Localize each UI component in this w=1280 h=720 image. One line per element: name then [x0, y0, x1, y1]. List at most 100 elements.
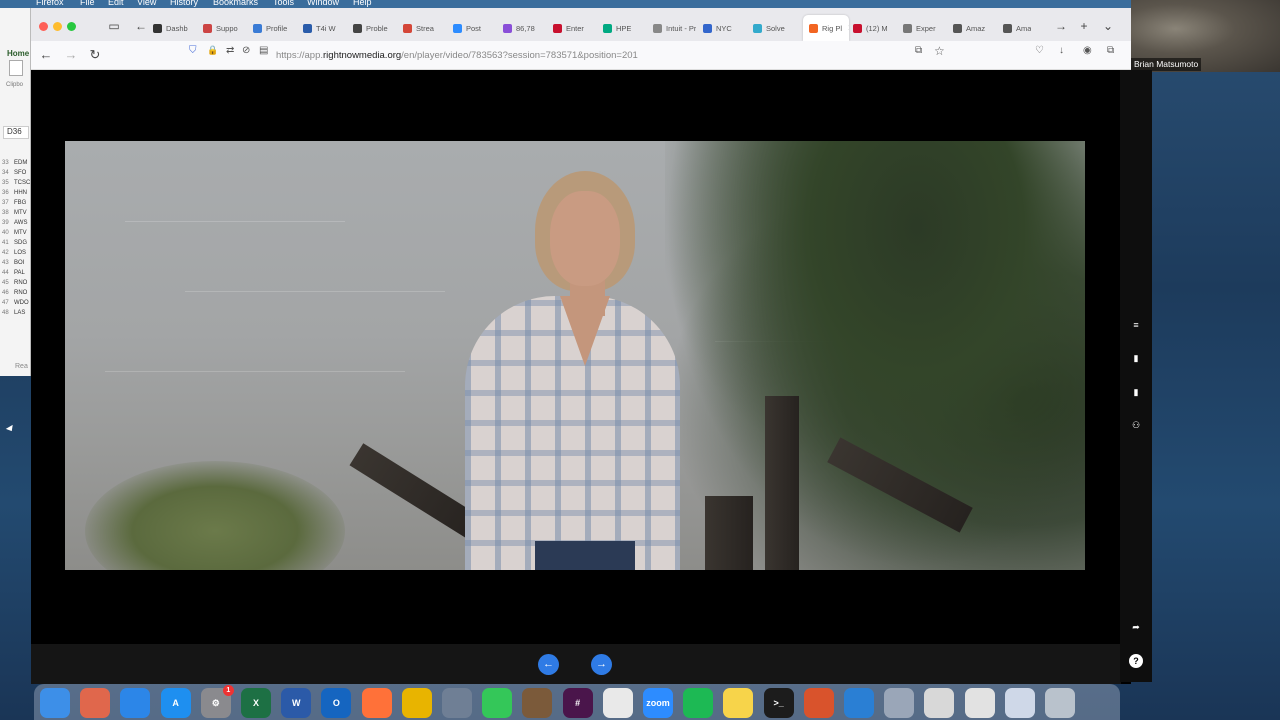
tabs-scroll-right-icon[interactable]: → — [1054, 19, 1068, 33]
close-tab-icon[interactable]: × — [848, 23, 849, 34]
dock-spotify-icon[interactable] — [683, 688, 714, 718]
dock-zoom-icon[interactable]: zoom — [643, 688, 673, 718]
dock-podcast-icon[interactable] — [522, 688, 553, 718]
excel-row[interactable]: 37 FBG — [2, 198, 30, 208]
excel-row[interactable]: 42 LOS — [2, 248, 30, 258]
tab-list-icon[interactable]: ⌄ — [1101, 19, 1115, 33]
menu-item[interactable]: History — [170, 0, 198, 7]
reader-view-icon[interactable]: ▤ — [259, 45, 268, 56]
previous-video-button[interactable]: ← — [538, 654, 559, 675]
dock-textedit-icon[interactable] — [602, 688, 633, 718]
dock-docs-3-icon[interactable] — [1004, 688, 1035, 718]
dock-docs-2-icon[interactable] — [964, 688, 995, 718]
menu-item[interactable]: Edit — [108, 0, 124, 7]
excel-row[interactable]: 33 EDM — [2, 158, 30, 168]
browser-tab[interactable]: Ama — [1003, 15, 1031, 41]
tab-active[interactable]: Rig Pl × — [803, 15, 849, 41]
menu-item[interactable]: Bookmarks — [213, 0, 258, 7]
share-icon[interactable]: ➦ — [1129, 620, 1143, 634]
dock-terminal-icon[interactable]: >_ — [763, 688, 794, 718]
browser-tab[interactable]: Dashb — [153, 15, 188, 41]
browser-tab[interactable]: Solve — [753, 15, 785, 41]
cell-reference-box[interactable]: D36 — [3, 126, 29, 139]
excel-row[interactable]: 36 HHN — [2, 188, 30, 198]
dock-firefox-icon[interactable] — [361, 688, 392, 718]
excel-row[interactable]: 43 BOI — [2, 258, 30, 268]
dock-word-icon[interactable]: W — [281, 688, 312, 718]
browser-tab[interactable]: Strea — [403, 15, 434, 41]
excel-row[interactable]: 45 RNO — [2, 278, 30, 288]
menu-item[interactable]: File — [80, 0, 95, 7]
dock-chrome-icon[interactable] — [401, 688, 432, 718]
dock-docs-1-icon[interactable] — [924, 688, 955, 718]
tracking-icon[interactable]: ⊘ — [242, 45, 250, 56]
account-icon[interactable]: ◉ — [1083, 45, 1092, 56]
study-guide-icon[interactable]: ▮ — [1129, 385, 1143, 399]
next-video-button[interactable]: → — [591, 654, 612, 675]
excel-row[interactable]: 46 RNO — [2, 288, 30, 298]
browser-tab[interactable]: Profile — [253, 15, 287, 41]
dock-launchpad-icon[interactable] — [80, 688, 111, 718]
pocket-icon[interactable]: ♡ — [1035, 45, 1044, 56]
browser-tab[interactable]: NYC — [703, 15, 732, 41]
dock-finder-icon[interactable] — [40, 688, 70, 718]
dock-messages-icon[interactable] — [482, 688, 513, 718]
menu-item[interactable]: Help — [353, 0, 372, 7]
help-icon[interactable]: ? — [1129, 654, 1143, 668]
excel-row[interactable]: 40 MTV — [2, 228, 30, 238]
menu-item[interactable]: Window — [307, 0, 339, 7]
browser-tab[interactable]: Enter — [553, 15, 584, 41]
group-icon[interactable]: ⚇ — [1129, 418, 1143, 432]
extensions-icon[interactable]: ⧉ — [1107, 45, 1114, 56]
new-tab-icon[interactable]: + — [1077, 19, 1091, 33]
browser-tab[interactable]: (12) M — [853, 15, 888, 41]
excel-row[interactable]: 39 AWS — [2, 218, 30, 228]
dock-notes-icon[interactable] — [723, 688, 754, 718]
browser-tab[interactable]: Amaz — [953, 15, 985, 41]
excel-row[interactable]: 48 LAS — [2, 308, 30, 318]
clipboard-icon[interactable] — [9, 60, 23, 76]
dock-app-store-icon[interactable]: A — [160, 688, 191, 718]
browser-tab[interactable]: Exper — [903, 15, 936, 41]
excel-row[interactable]: 35 TCSC — [2, 178, 30, 188]
browser-tab[interactable]: Suppo — [203, 15, 238, 41]
forward-button[interactable]: → — [63, 47, 79, 62]
lock-icon[interactable]: 🔒 — [207, 45, 218, 56]
excel-row[interactable]: 38 MTV — [2, 208, 30, 218]
dock-office-icon[interactable] — [803, 688, 834, 718]
excel-row[interactable]: 34 SFO — [2, 168, 30, 178]
dock-slack-icon[interactable]: # — [562, 688, 593, 718]
browser-tab[interactable]: Proble — [353, 15, 388, 41]
dock-screenshot-icon[interactable] — [884, 688, 915, 718]
url-field[interactable]: https://app.rightnowmedia.org/en/player/… — [276, 44, 896, 67]
tabs-scroll-left-icon[interactable]: ← — [134, 19, 148, 33]
browser-tab[interactable]: HPE — [603, 15, 631, 41]
reload-button[interactable]: ↻ — [87, 47, 103, 63]
dock-outlook-icon[interactable]: O — [321, 688, 352, 718]
video-frame[interactable] — [65, 141, 1085, 570]
shield-icon[interactable]: ⛉ — [189, 45, 197, 56]
excel-row[interactable]: 44 PAL — [2, 268, 30, 278]
browser-tab[interactable]: Intuit - Pr — [653, 15, 696, 41]
dock-trash-icon[interactable] — [1045, 688, 1075, 718]
tab-groups-icon[interactable]: ▭ — [107, 19, 121, 33]
browser-tab[interactable]: Post — [453, 15, 481, 41]
close-window-button[interactable] — [39, 22, 48, 31]
download-icon[interactable]: ↓ — [1059, 45, 1064, 56]
minimize-window-button[interactable] — [53, 22, 62, 31]
menu-item[interactable]: Firefox — [36, 0, 64, 7]
notes-icon[interactable]: ▮ — [1129, 351, 1143, 365]
excel-row[interactable]: 47 WDO — [2, 298, 30, 308]
dock-safari-icon[interactable] — [120, 688, 151, 718]
menu-item[interactable]: View — [137, 0, 156, 7]
dock-excel-icon[interactable]: X — [241, 688, 271, 718]
dock-system-settings-icon[interactable]: ⚙ 1 — [200, 685, 234, 718]
excel-row[interactable]: 41 SDG — [2, 238, 30, 248]
dock-xcode-instruments-icon[interactable] — [844, 688, 874, 718]
permissions-icon[interactable]: ⇄ — [226, 45, 234, 56]
menu-item[interactable]: Tools — [273, 0, 294, 7]
browser-tab[interactable]: 86,78 — [503, 15, 535, 41]
menu-icon[interactable]: ≡ — [1129, 318, 1143, 332]
translate-icon[interactable]: ⧉ — [915, 45, 922, 56]
back-button[interactable]: ← — [38, 47, 54, 62]
